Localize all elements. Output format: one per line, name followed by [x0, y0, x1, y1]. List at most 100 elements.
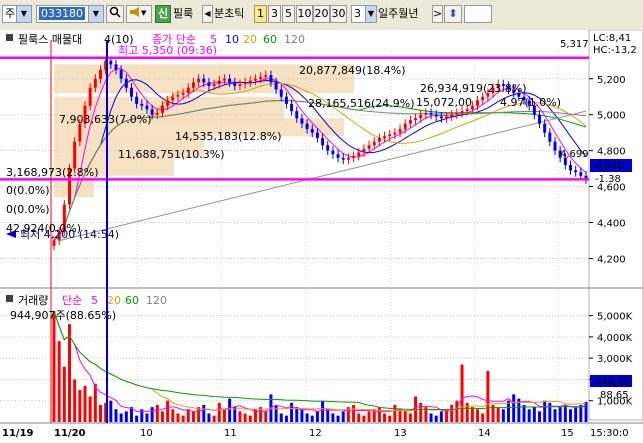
hc-label: HC:-13,2 [593, 45, 637, 56]
volume-bar [305, 413, 309, 422]
extra-input[interactable] [464, 5, 492, 23]
search-button[interactable] [106, 5, 124, 23]
candle-body [398, 129, 402, 133]
candle-body [429, 112, 433, 115]
volume-bar [181, 415, 185, 422]
candle-body [393, 132, 397, 135]
price-tick-label: 4,400 [597, 219, 626, 230]
candle-body [176, 94, 180, 97]
volume-bar [393, 404, 397, 422]
current-price: 4,640 [595, 161, 624, 172]
profile-label: 26,934,919(23.8%) [420, 82, 527, 95]
volume-bar [553, 409, 557, 422]
period-button-20[interactable]: 20 [313, 5, 330, 23]
profile-label: 11,688,751(10.3%) [118, 148, 225, 161]
period-button-5[interactable]: 5 [282, 5, 295, 23]
price-tick-label: 4,200 [597, 254, 626, 265]
stock-code-input[interactable]: 033180 ▼ [36, 5, 104, 23]
candle-body [305, 123, 309, 130]
volume-bar [93, 383, 97, 422]
chart-area[interactable]: 필룩스 매물대 4(10) 종가 단순 5 10 20 60 120 최고 5,… [0, 30, 643, 443]
volume-bar [362, 415, 366, 422]
candle-body [476, 100, 480, 106]
candle-body [434, 114, 438, 117]
volume-bar [470, 407, 474, 422]
market-select[interactable]: 주 ▼ [2, 5, 32, 23]
volume-bar [217, 402, 221, 422]
volume-bar [429, 413, 433, 422]
volume-bar [166, 400, 170, 422]
volume-bar [419, 402, 423, 422]
volume-bar [73, 379, 77, 422]
volume-max-label: 944,907주(88.65%) [10, 309, 116, 322]
volume-bar [57, 341, 61, 422]
chevron-down-icon[interactable]: ▼ [365, 6, 376, 22]
chevron-down-icon[interactable]: ▼ [88, 6, 103, 22]
candle-body [253, 78, 257, 81]
chevron-right-icon: > [433, 7, 443, 20]
x-label: 11/20 [54, 428, 86, 439]
current-volume-pct: 88.65 [600, 390, 629, 401]
updown-button[interactable]: ⬍ [444, 5, 462, 23]
candle-body [73, 141, 77, 169]
chevron-down-icon[interactable]: ▼ [16, 6, 31, 22]
volume-bar [326, 409, 330, 422]
period-button-label: 10 [297, 7, 312, 20]
profile-label: 20,877,849(18.4%) [299, 64, 406, 77]
volume-legend-ma-5: 5 [91, 294, 98, 307]
volume-bar [538, 411, 542, 422]
candle-body [388, 134, 392, 137]
nav-next-button[interactable]: > [432, 5, 443, 23]
candle-body [269, 75, 273, 83]
candle-body [538, 114, 542, 124]
day-week-month-year[interactable]: 일주월년 [378, 5, 432, 23]
candle-body [414, 118, 418, 121]
candle-body [300, 118, 304, 124]
stock-name-tab[interactable]: 필룩 [173, 5, 201, 23]
legend-square-icon [6, 34, 13, 41]
period-button-1[interactable]: 1 [254, 5, 267, 23]
volume-bar [248, 415, 252, 422]
speaker-button[interactable]: ▼ [126, 5, 152, 23]
period-button-10[interactable]: 10 [296, 5, 313, 23]
volume-bar [62, 366, 66, 422]
candle-body [357, 152, 361, 157]
sin-button[interactable]: 신 [155, 5, 171, 23]
candle-body [259, 76, 263, 79]
volume-bar [222, 409, 226, 422]
volume-bar [450, 404, 454, 422]
profile-label: 7,903,633(7.0%) [59, 113, 152, 126]
candle-body [574, 170, 578, 173]
volume-legend-ma-120: 120 [146, 294, 167, 307]
candle-body [445, 116, 449, 119]
period-button-3[interactable]: 3 [268, 5, 281, 23]
candle-body [352, 156, 356, 158]
toolbar: 주 ▼ 033180 ▼ ▼ 신 필룩 ◀ 분초틱 1 3 5 10 20 30… [0, 0, 643, 31]
x-label: 13 [394, 428, 407, 439]
speaker-icon: ▼ [129, 7, 149, 21]
x-label: 15 [561, 428, 574, 439]
period-button-30[interactable]: 30 [330, 5, 347, 23]
volume-bar [367, 411, 371, 422]
volume-bar [228, 398, 232, 422]
triangle-left-icon: ◀ [204, 9, 211, 18]
volume-bar [290, 402, 294, 422]
period-button-label: 1 [257, 7, 264, 20]
legend-ma-120: 120 [284, 33, 305, 46]
volume-bar [300, 409, 304, 422]
candle-body [202, 78, 206, 83]
interval-select[interactable]: 3 ▼ [351, 5, 377, 23]
volume-bar [481, 413, 485, 422]
price-tick-label: 4,800 [597, 147, 626, 158]
volume-bar [98, 404, 102, 422]
nav-prev-button[interactable]: ◀ [202, 5, 213, 23]
chart-canvas[interactable]: 필룩스 매물대 4(10) 종가 단순 5 10 20 60 120 최고 5,… [0, 30, 643, 443]
volume-bar [78, 390, 82, 422]
price-tick-label: 5,000 [597, 111, 626, 122]
candle-body [439, 116, 443, 119]
candle-body [264, 75, 268, 77]
lower-line-value: 4,699 [560, 149, 589, 160]
volume-bar [388, 415, 392, 422]
period-type-label[interactable]: 분초틱 [214, 5, 254, 23]
volume-bar [465, 402, 469, 422]
